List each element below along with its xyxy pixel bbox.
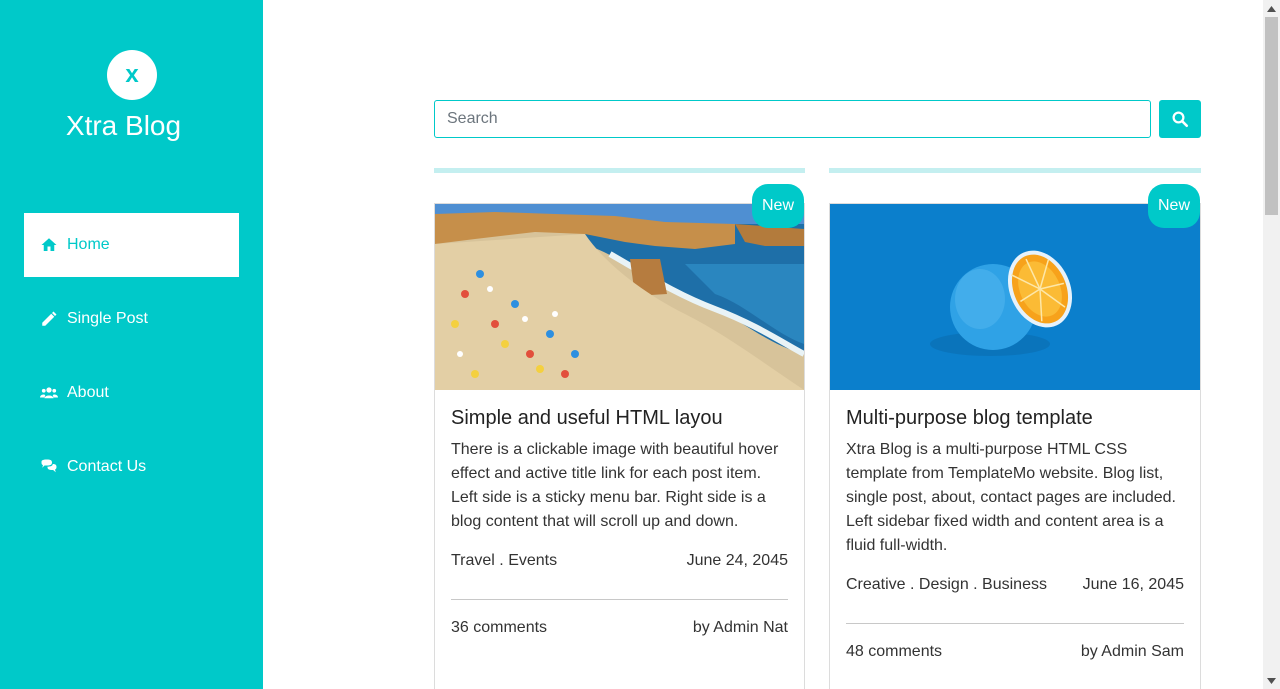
post-date: June 24, 2045	[686, 552, 788, 569]
post-excerpt: Xtra Blog is a multi-purpose HTML CSS te…	[846, 441, 1176, 554]
post-comments: 48 comments	[846, 643, 943, 660]
new-badge: New	[752, 184, 804, 228]
post-accent-bar	[829, 168, 1201, 173]
post-author: by Admin Sam	[1080, 643, 1184, 660]
post-meta: Creative . Design . Business June 16, 20…	[846, 576, 1184, 594]
post-meta: Travel . Events June 24, 2045	[451, 552, 788, 570]
search-button[interactable]	[1159, 100, 1201, 138]
scroll-down-icon[interactable]	[1263, 672, 1280, 689]
sidebar-item-contact-us[interactable]: Contact Us	[24, 435, 239, 499]
post-image-orange[interactable]	[830, 204, 1200, 390]
post-comments: 36 comments	[451, 619, 548, 636]
divider	[846, 623, 1184, 624]
post-author: by Admin Nat	[692, 619, 788, 636]
home-icon	[39, 235, 59, 255]
post-footer: 36 comments by Admin Nat	[451, 619, 788, 637]
sidebar-item-single-post[interactable]: Single Post	[24, 287, 239, 351]
post-footer: 48 comments by Admin Sam	[846, 643, 1184, 661]
post-card: Simple and useful HTML layou There is a …	[434, 203, 805, 689]
scrollbar-thumb[interactable]	[1265, 17, 1278, 215]
post-image-beach[interactable]	[435, 204, 804, 390]
logo-icon[interactable]: x	[107, 50, 157, 100]
search-input[interactable]	[434, 100, 1151, 138]
post-title[interactable]: Simple and useful HTML layou	[451, 407, 723, 430]
users-icon	[39, 383, 59, 403]
sidebar-item-label: Contact Us	[67, 458, 147, 475]
post-title[interactable]: Multi-purpose blog template	[846, 407, 1093, 430]
logo-letter: x	[125, 61, 139, 88]
sidebar-item-about[interactable]: About	[24, 361, 239, 425]
post-card: Multi-purpose blog template Xtra Blog is…	[829, 203, 1201, 689]
sidebar-item-label: About	[67, 384, 109, 401]
new-badge: New	[1148, 184, 1200, 228]
sidebar-item-label: Single Post	[67, 310, 148, 327]
comments-icon	[39, 457, 59, 477]
post-categories: Creative . Design . Business	[846, 576, 1047, 593]
scroll-up-icon[interactable]	[1263, 0, 1280, 17]
search-icon	[1171, 110, 1189, 128]
page-scrollbar[interactable]	[1263, 0, 1280, 689]
sidebar-item-home[interactable]: Home	[24, 213, 239, 277]
post-categories: Travel . Events	[451, 552, 558, 569]
site-title[interactable]: Xtra Blog	[0, 110, 247, 142]
post-date: June 16, 2045	[1082, 576, 1184, 593]
sidebar-item-label: Home	[67, 236, 110, 253]
sidebar: x Xtra Blog Home Single Post About Conta…	[0, 0, 263, 689]
pencil-icon	[39, 309, 59, 329]
post-accent-bar	[434, 168, 805, 173]
divider	[451, 599, 788, 600]
post-excerpt: There is a clickable image with beautifu…	[451, 441, 779, 530]
